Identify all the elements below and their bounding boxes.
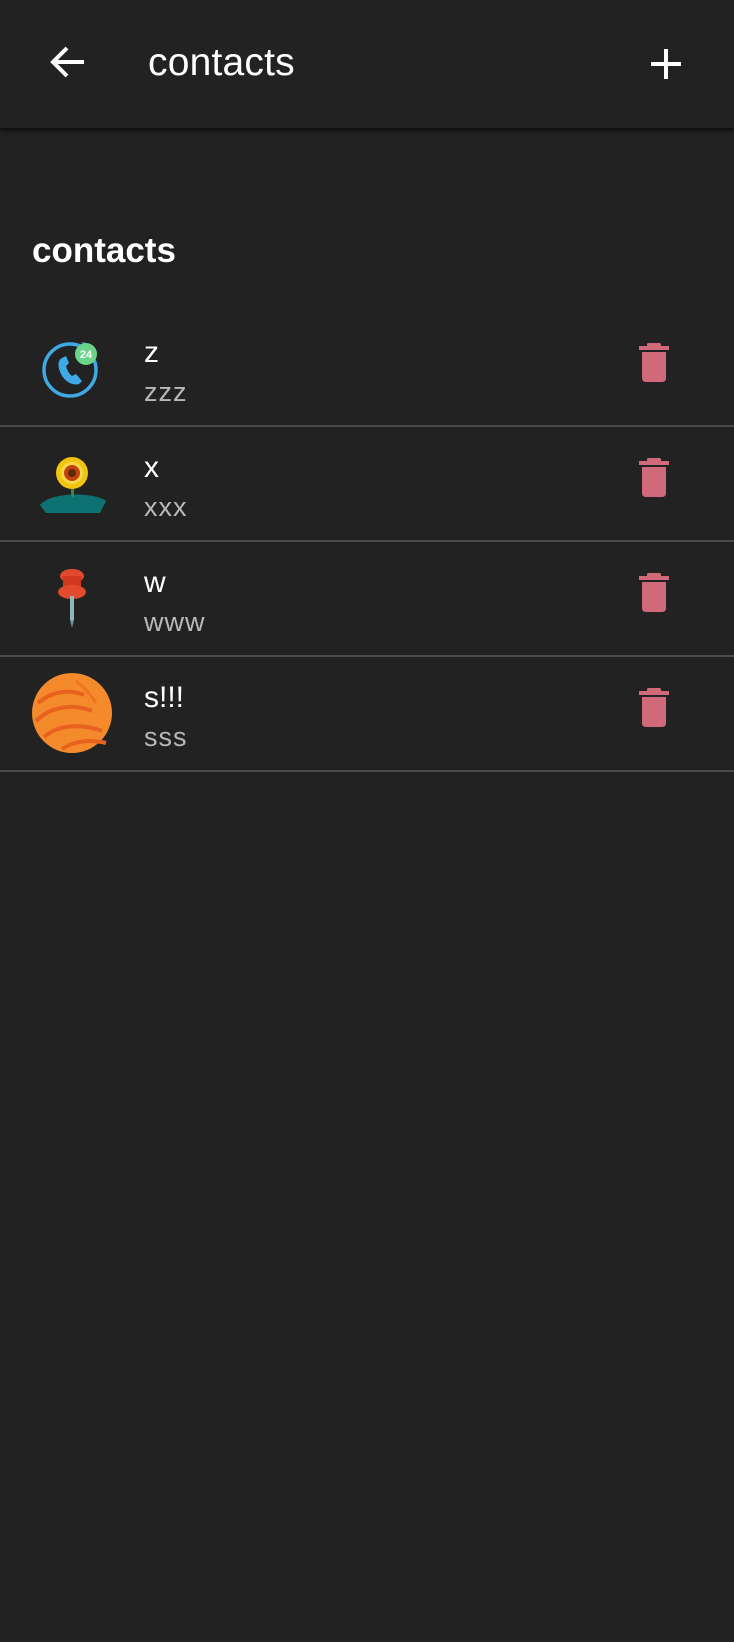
contact-name: w [144,566,166,599]
pushpin-icon [58,569,86,628]
delete-contact-button[interactable] [624,562,684,622]
sunflower-icon [40,457,106,513]
trash-icon [639,458,669,497]
page-title: contacts [148,41,295,84]
delete-contact-button[interactable] [624,447,684,507]
contact-avatar: 24 [32,328,112,408]
delete-contact-button[interactable] [624,332,684,392]
delete-contact-button[interactable] [624,677,684,737]
svg-text:24: 24 [80,349,93,361]
contact-row[interactable]: 24 z zzz [0,312,734,427]
contact-avatar [32,443,112,523]
contacts-list: 24 z zzz x xxx w www s!!! sss [0,312,734,772]
orange-ball-icon [32,673,112,753]
section-heading: contacts [32,231,176,270]
contact-avatar [32,673,112,753]
arrow-left-icon [50,46,84,78]
contact-row[interactable]: w www [0,542,734,657]
trash-icon [639,343,669,382]
plus-icon [651,49,681,79]
contact-name: x [144,451,159,484]
trash-icon [639,688,669,727]
contact-detail: xxx [144,492,188,522]
add-contact-button[interactable] [628,26,704,102]
back-button[interactable] [30,24,106,100]
top-app-bar: contacts [0,0,734,128]
contact-name: z [144,336,159,369]
contact-name: s!!! [144,681,185,714]
contact-detail: www [144,607,206,637]
contact-row[interactable]: x xxx [0,427,734,542]
phone-24-icon: 24 [42,342,98,398]
contact-detail: zzz [144,377,188,407]
contact-detail: sss [144,722,188,752]
trash-icon [639,573,669,612]
contact-row[interactable]: s!!! sss [0,657,734,772]
contact-avatar [32,558,112,638]
